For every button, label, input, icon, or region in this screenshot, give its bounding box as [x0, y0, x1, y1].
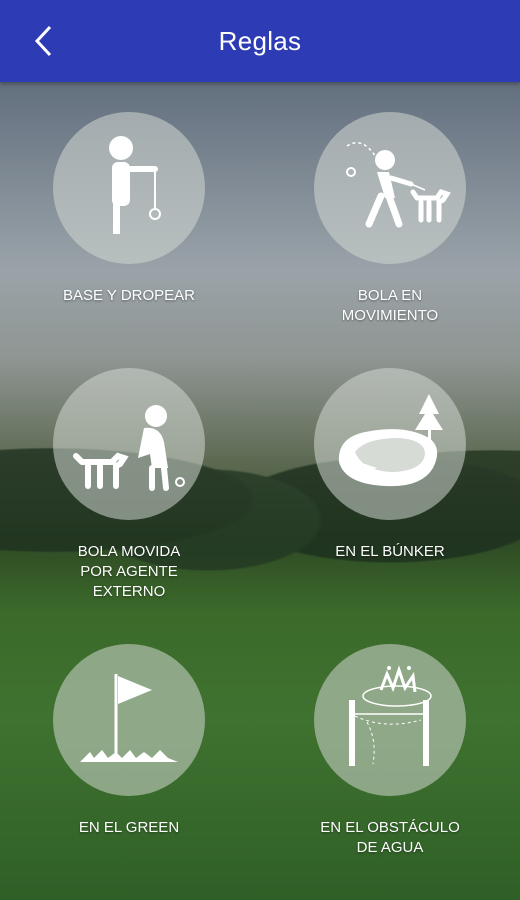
chevron-left-icon [34, 25, 52, 57]
rule-circle [314, 368, 466, 520]
rule-circle [53, 368, 205, 520]
rule-tile-agente-externo[interactable]: BOLA MOVIDA POR AGENTE EXTERNO [29, 368, 229, 602]
back-button[interactable] [24, 21, 64, 61]
rule-tile-obstaculo-agua[interactable]: EN EL OBSTÁCULO DE AGUA [290, 644, 490, 858]
drop-ball-icon [109, 136, 161, 234]
outside-agent-icon [73, 405, 185, 491]
rule-tile-base-dropear[interactable]: BASE Y DROPEAR [29, 112, 229, 306]
rule-circle [314, 112, 466, 264]
rule-tile-bola-movimiento[interactable]: BOLA EN MOVIMIENTO [290, 112, 490, 326]
rule-label: EN EL OBSTÁCULO DE AGUA [320, 819, 460, 856]
bunker-icon [338, 394, 443, 487]
rule-label: EN EL BÚNKER [335, 543, 445, 560]
rule-label: BOLA EN MOVIMIENTO [341, 287, 439, 324]
rule-label: BOLA MOVIDA POR AGENTE EXTERNO [77, 543, 181, 600]
rule-tile-green[interactable]: EN EL GREEN [29, 644, 229, 838]
moving-ball-icon [346, 142, 451, 228]
rule-label: EN EL GREEN [78, 819, 180, 836]
rule-tile-bunker[interactable]: EN EL BÚNKER [290, 368, 490, 562]
rule-circle [314, 644, 466, 796]
page-title: Reglas [218, 25, 302, 56]
rule-circle [53, 644, 205, 796]
green-flag-icon [80, 674, 178, 762]
app-bar: Reglas [0, 0, 520, 82]
water-hazard-icon [349, 665, 432, 766]
rule-circle [53, 112, 205, 264]
rule-label: BASE Y DROPEAR [63, 287, 195, 304]
